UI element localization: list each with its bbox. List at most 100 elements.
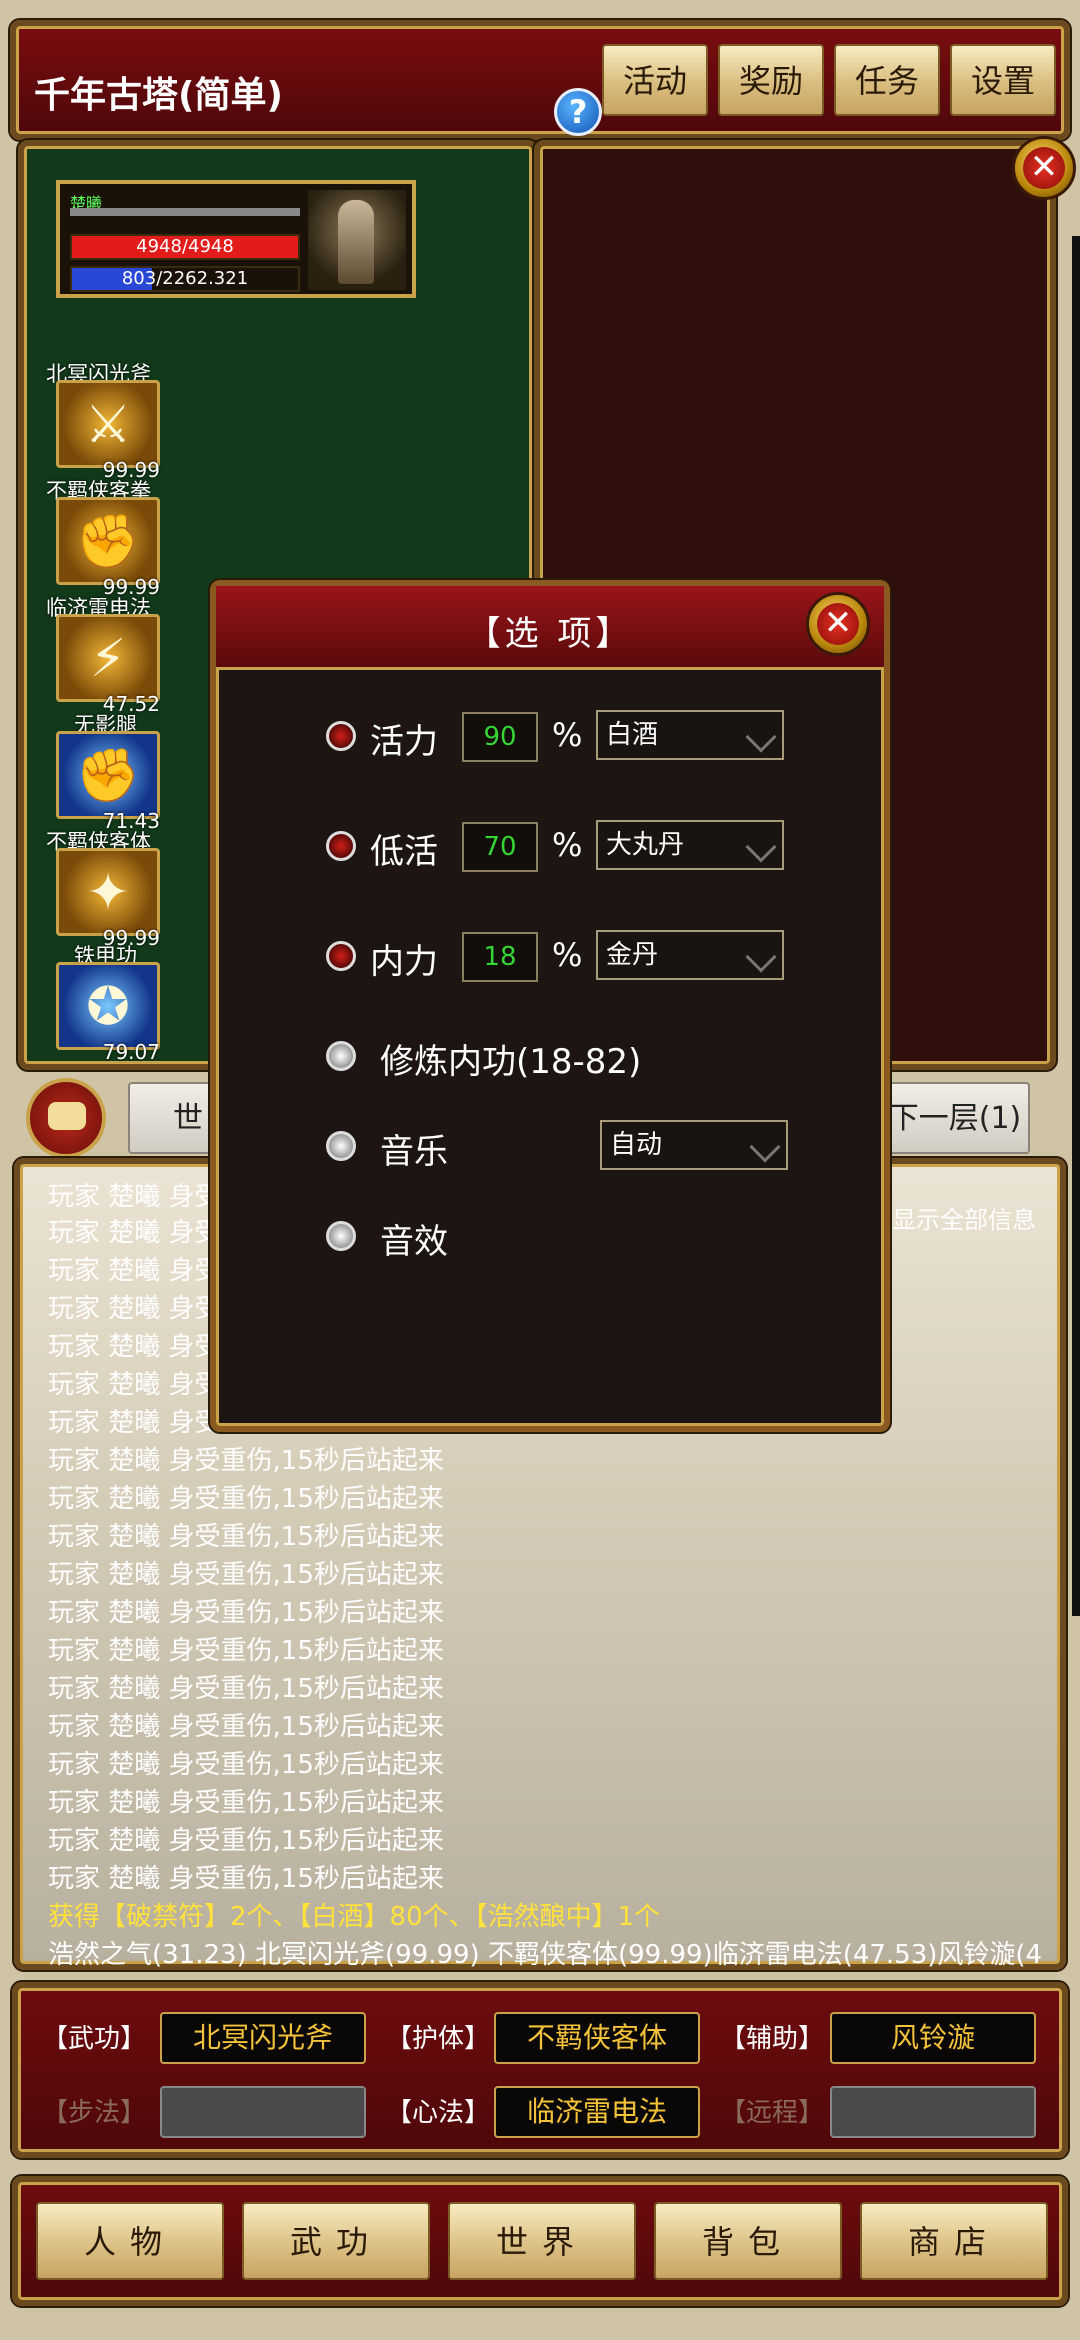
internal-power-row: 内力 18 % 金丹 [216, 926, 884, 986]
log-gain-line: 获得【破禁符】2个、【白酒】80个、【浩然酿中】1个 [48, 1902, 661, 1932]
music-radio[interactable] [326, 1131, 356, 1161]
log-line: 玩家 楚曦 身受 [48, 1408, 221, 1438]
sfx-radio[interactable] [326, 1221, 356, 1251]
log-line: 玩家 楚曦 身受重伤,15秒后站起来 [48, 1826, 444, 1856]
equipment-panel: 【武功】 北冥闪光斧 【护体】 不羁侠客体 【辅助】 风铃漩 【步法】 【心法】… [12, 1982, 1068, 2158]
assist-slot[interactable]: 风铃漩 [830, 2012, 1036, 2064]
armor-icon: ✪ [56, 962, 160, 1050]
step-label: 【步法】 [42, 2098, 147, 2128]
low-vitality-percent-input[interactable]: 70 [462, 822, 538, 872]
sfx-row: 音效 [216, 1206, 884, 1266]
low-vitality-row: 低活 70 % 大丸丹 [216, 816, 884, 876]
guard-slot[interactable]: 不羁侠客体 [494, 2012, 700, 2064]
chevron-down-icon [745, 831, 777, 863]
chevron-down-icon [745, 941, 777, 973]
ranged-slot[interactable] [830, 2086, 1036, 2138]
close-icon: ✕ [817, 603, 859, 645]
log-line: 玩家 楚曦 身受重伤,15秒后站起来 [48, 1788, 444, 1818]
vitality-label: 活力 [370, 722, 438, 762]
exp-bar [70, 208, 300, 216]
vitality-percent-input[interactable]: 90 [462, 712, 538, 762]
nav-martial[interactable]: 武功 [242, 2202, 430, 2280]
skill-slot[interactable]: 不羁侠客拳 ✊ 99.99 [46, 475, 176, 599]
log-line: 玩家 楚曦 身受重伤,15秒后站起来 [48, 1712, 444, 1742]
close-dialog-button[interactable]: ✕ [806, 592, 870, 656]
stage-title: 千年古塔(简单) [34, 75, 283, 116]
close-panel-button[interactable]: ✕ [1012, 136, 1076, 200]
log-line: 玩家 楚曦 身受重伤,15秒后站起来 [48, 1674, 444, 1704]
log-line: 玩家 楚曦 身受 [48, 1218, 221, 1248]
percent-sign: % [552, 826, 583, 864]
mp-text: 803/2262.321 [121, 268, 249, 289]
lightning-icon: ⚡ [56, 614, 160, 702]
music-label: 音乐 [380, 1132, 448, 1172]
kick-icon: ✊ [56, 731, 160, 819]
music-row: 音乐 自动 [216, 1116, 884, 1176]
reward-button[interactable]: 奖励 [718, 44, 824, 116]
nav-bag[interactable]: 背包 [654, 2202, 842, 2280]
help-icon[interactable]: ? [554, 88, 602, 136]
skill-slot[interactable]: 不羁侠客体 ✦ 99.99 [46, 826, 176, 950]
activity-button[interactable]: 活动 [602, 44, 708, 116]
train-internal-radio[interactable] [326, 1041, 356, 1071]
sfx-label: 音效 [380, 1222, 448, 1262]
skill-slot[interactable]: 无影腿 ✊ 71.43 [46, 709, 176, 833]
show-all-info-toggle[interactable]: 显示全部信息 [892, 1200, 1036, 1235]
hp-text: 4948/4948 [136, 236, 234, 257]
low-vitality-item-select[interactable]: 大丸丹 [596, 820, 784, 870]
log-line: 玩家 楚曦 身受 [48, 1256, 221, 1286]
train-internal-label: 修炼内功(18-82) [380, 1042, 642, 1082]
log-line: 玩家 楚曦 身受重伤,15秒后站起来 [48, 1598, 444, 1628]
skill-slot[interactable]: 铁甲功 ✪ 79.07 [46, 940, 176, 1064]
log-line: 玩家 楚曦 身受重伤,15秒后站起来 [48, 1484, 444, 1514]
log-status-line: 浩然之气(31.23) 北冥闪光斧(99.99) 不羁侠客体(99.99)临济雷… [48, 1940, 1043, 1970]
character-card[interactable]: 楚曦 4948/4948 803/2262.321 [56, 180, 416, 298]
vitality-item-select[interactable]: 白酒 [596, 710, 784, 760]
music-select[interactable]: 自动 [600, 1120, 788, 1170]
close-icon: ✕ [1023, 147, 1065, 189]
log-line: 玩家 楚曦 身受重伤,15秒后站起来 [48, 1636, 444, 1666]
dialog-header: 【选 项】 [216, 586, 884, 670]
chat-icon[interactable] [26, 1078, 106, 1158]
bottom-nav: 人物 武功 世界 背包 商店 [12, 2176, 1068, 2306]
dialog-title: 【选 项】 [466, 614, 634, 654]
ranged-label: 【远程】 [720, 2098, 825, 2128]
internal-power-label: 内力 [370, 942, 438, 982]
hp-bar: 4948/4948 [70, 234, 300, 260]
next-floor-button[interactable]: 下一层(1) [880, 1082, 1030, 1154]
assist-label: 【辅助】 [720, 2024, 825, 2054]
settings-button[interactable]: 设置 [950, 44, 1056, 116]
task-button[interactable]: 任务 [834, 44, 940, 116]
low-vitality-radio[interactable] [326, 831, 356, 861]
nav-world[interactable]: 世界 [448, 2202, 636, 2280]
log-line: 玩家 楚曦 身受重伤,15秒后站起来 [48, 1560, 444, 1590]
percent-sign: % [552, 716, 583, 754]
percent-sign: % [552, 936, 583, 974]
train-internal-row: 修炼内功(18-82) [216, 1026, 884, 1086]
vitality-row: 活力 90 % 白酒 [216, 706, 884, 766]
mind-slot[interactable]: 临济雷电法 [494, 2086, 700, 2138]
nav-shop[interactable]: 商店 [860, 2202, 1048, 2280]
log-line: 玩家 楚曦 身受重伤,15秒后站起来 [48, 1446, 444, 1476]
guard-label: 【护体】 [386, 2024, 491, 2054]
step-slot[interactable] [160, 2086, 366, 2138]
axe-icon: ⚔ [56, 380, 160, 468]
side-edge [1072, 236, 1080, 1616]
skill-value: 79.07 [102, 1040, 160, 1064]
nav-character[interactable]: 人物 [36, 2202, 224, 2280]
log-line: 玩家 楚曦 身受 [48, 1182, 221, 1212]
internal-power-radio[interactable] [326, 941, 356, 971]
fist-icon: ✊ [56, 497, 160, 585]
log-line: 玩家 楚曦 身受 [48, 1332, 221, 1362]
vitality-radio[interactable] [326, 721, 356, 751]
skill-slot[interactable]: 临济雷电法 ⚡ 47.52 [46, 592, 176, 716]
chevron-down-icon [745, 721, 777, 753]
martial-label: 【武功】 [42, 2024, 147, 2054]
log-line: 玩家 楚曦 身受 [48, 1294, 221, 1324]
log-line: 玩家 楚曦 身受重伤,15秒后站起来 [48, 1750, 444, 1780]
internal-power-percent-input[interactable]: 18 [462, 932, 538, 982]
internal-power-item-select[interactable]: 金丹 [596, 930, 784, 980]
martial-slot[interactable]: 北冥闪光斧 [160, 2012, 366, 2064]
skill-slot[interactable]: 北冥闪光斧 ⚔ 99.99 [46, 358, 176, 482]
log-line: 玩家 楚曦 身受 [48, 1370, 221, 1400]
